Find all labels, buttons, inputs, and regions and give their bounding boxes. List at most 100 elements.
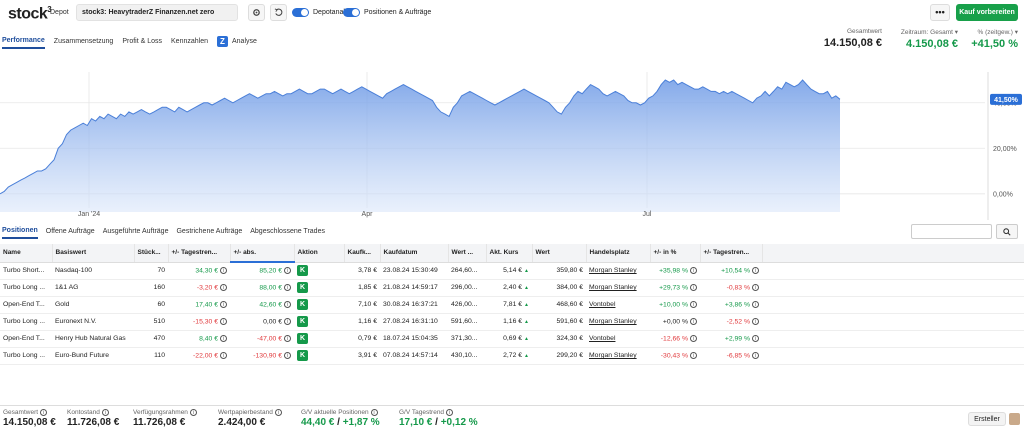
info-icon[interactable]: i [220,283,227,291]
col-name[interactable]: Name [0,244,53,263]
cell-kaufwert: 591,60... [448,313,486,331]
tab-profit-loss[interactable]: Profit & Loss [122,38,162,48]
cell-handelsplatz: Vontobel [586,296,650,314]
tab-abgeschlossene-trades[interactable]: Abgeschlossene Trades [250,228,325,238]
tab-ausgefuehrte-auftraege[interactable]: Ausgeführte Aufträge [103,228,169,238]
depotanalyse-toggle[interactable] [292,8,309,17]
col-tagestrend-pct[interactable]: +/- Tagestren... [700,244,763,263]
stock3-logo[interactable]: stock3 [8,5,52,23]
info-icon[interactable]: i [690,266,697,274]
info-icon[interactable]: i [189,409,197,416]
cell-pct: -12,66 % i [650,330,700,348]
col-kaufdatum[interactable]: Kaufdatum [380,244,449,263]
info-icon[interactable]: i [220,334,227,342]
handelsplatz-link[interactable]: Morgan Stanley [589,267,637,274]
info-icon[interactable]: i [752,351,759,359]
info-icon[interactable]: i [220,300,227,308]
kaufen-button[interactable]: K [297,265,308,276]
col-kaufwert[interactable]: Wert ... [448,244,487,263]
info-icon[interactable]: i [690,317,697,325]
avatar[interactable] [1009,413,1020,425]
info-icon[interactable]: i [101,409,109,416]
info-icon[interactable]: i [752,266,759,274]
table-row[interactable]: Open-End T... Henry Hub Natural Gas 470 8,4… [0,330,1024,348]
info-icon[interactable]: i [284,267,291,275]
cell-tagestrend: 8,40 € i [168,330,230,348]
info-icon[interactable]: i [690,283,697,291]
table-row[interactable]: Turbo Short... Nasdaq-100 70 34,30 € i 85,20 … [0,262,1024,280]
tab-kennzahlen[interactable]: Kennzahlen [171,38,208,48]
performance-chart[interactable]: 40,00%20,00%0,00%Jan '24AprJul41,50% [0,72,1024,220]
cell-handelsplatz: Vontobel [586,330,650,348]
positionen-auftraege-label: Positionen & Aufträge [364,9,432,16]
col-aktion[interactable]: Aktion [294,244,345,263]
cell-tagestrend: 17,40 € i [168,296,230,314]
positionen-auftraege-toggle[interactable] [343,8,360,17]
info-icon[interactable]: i [284,300,291,308]
kpi-zeitraum[interactable]: Zeitraum: Gesamt ▾ 4.150,08 € [890,28,958,50]
kpi-prozent[interactable]: % (zeitgew.) ▾ +41,50 % [962,28,1018,50]
kaufen-button[interactable]: K [297,350,308,361]
kaufen-button[interactable]: K [297,299,308,310]
kaufen-button[interactable]: K [297,282,308,293]
more-button[interactable]: ••• [930,4,950,21]
col-spacer [762,244,1024,263]
info-icon[interactable]: i [220,351,227,359]
cell-kaufkurs: 3,91 € [344,347,380,365]
table-row[interactable]: Open-End T... Gold 60 17,40 € i 42,60 € i K 7,10… [0,296,1024,314]
col-basiswert[interactable]: Basiswert [52,244,135,263]
table-row[interactable]: Turbo Long ... Euronext N.V. 510 -15,30 € i 0… [0,313,1024,331]
handelsplatz-link[interactable]: Morgan Stanley [589,284,637,291]
info-icon[interactable]: i [284,283,291,291]
info-icon[interactable]: i [752,334,759,342]
kauf-vorbereiten-button[interactable]: Kauf vorbereiten [956,4,1018,21]
col-abs[interactable]: +/- abs. [230,244,295,263]
col-akt-kurs[interactable]: Akt. Kurs [486,244,533,263]
cell-kaufkurs: 1,16 € [344,313,380,331]
info-icon[interactable]: i [284,334,291,342]
info-icon[interactable]: i [752,317,759,325]
undo-icon [274,8,283,16]
col-tagestrend[interactable]: +/- Tagestren... [168,244,231,263]
info-icon[interactable]: i [752,283,759,291]
table-row[interactable]: Turbo Long ... Euro-Bund Future 110 -22,00 … [0,347,1024,365]
info-icon[interactable]: i [752,300,759,308]
tab-offene-auftraege[interactable]: Offene Aufträge [46,228,95,238]
handelsplatz-link[interactable]: Morgan Stanley [589,318,637,325]
kaufen-button[interactable]: K [297,316,308,327]
col-kaufkurs[interactable]: Kaufk... [344,244,381,263]
tab-zusammensetzung[interactable]: Zusammensetzung [54,38,114,48]
ersteller-button[interactable]: Ersteller [968,412,1006,426]
info-icon[interactable]: i [690,351,697,359]
info-icon[interactable]: i [690,300,697,308]
info-icon[interactable]: i [446,409,454,416]
search-input[interactable] [911,224,992,239]
depot-select[interactable]: stock3: HeavytraderZ Finanzen.net zero [76,4,238,21]
search-button[interactable] [996,224,1018,239]
tab-analyse[interactable]: Z Analyse [217,36,257,50]
col-stueck[interactable]: Stück... [134,244,169,263]
tab-gestrichene-auftraege[interactable]: Gestrichene Aufträge [176,228,242,238]
tab-performance[interactable]: Performance [2,37,45,49]
info-icon[interactable]: i [690,334,697,342]
footer-gv-tagestrend: G/V Tagestrend i 17,10 € / +0,12 % [399,409,478,429]
handelsplatz-link[interactable]: Morgan Stanley [589,352,637,359]
info-icon[interactable]: i [370,409,378,416]
col-pct[interactable]: +/- in % [650,244,701,263]
col-wert[interactable]: Wert [532,244,587,263]
handelsplatz-link[interactable]: Vontobel [589,301,615,308]
col-handelsplatz[interactable]: Handelsplatz [586,244,651,263]
kaufen-button[interactable]: K [297,333,308,344]
info-icon[interactable]: i [40,409,48,416]
table-row[interactable]: Turbo Long ... 1&1 AG 160 -3,20 € i 88,00 € i K… [0,279,1024,297]
settings-button[interactable] [248,4,265,21]
tab-positionen[interactable]: Positionen [2,227,38,239]
cell-basiswert: Nasdaq-100 [52,262,134,280]
info-icon[interactable]: i [220,266,227,274]
info-icon[interactable]: i [284,317,291,325]
info-icon[interactable]: i [284,351,291,359]
info-icon[interactable]: i [220,317,227,325]
reset-button[interactable] [270,4,287,21]
info-icon[interactable]: i [274,409,282,416]
handelsplatz-link[interactable]: Vontobel [589,335,615,342]
